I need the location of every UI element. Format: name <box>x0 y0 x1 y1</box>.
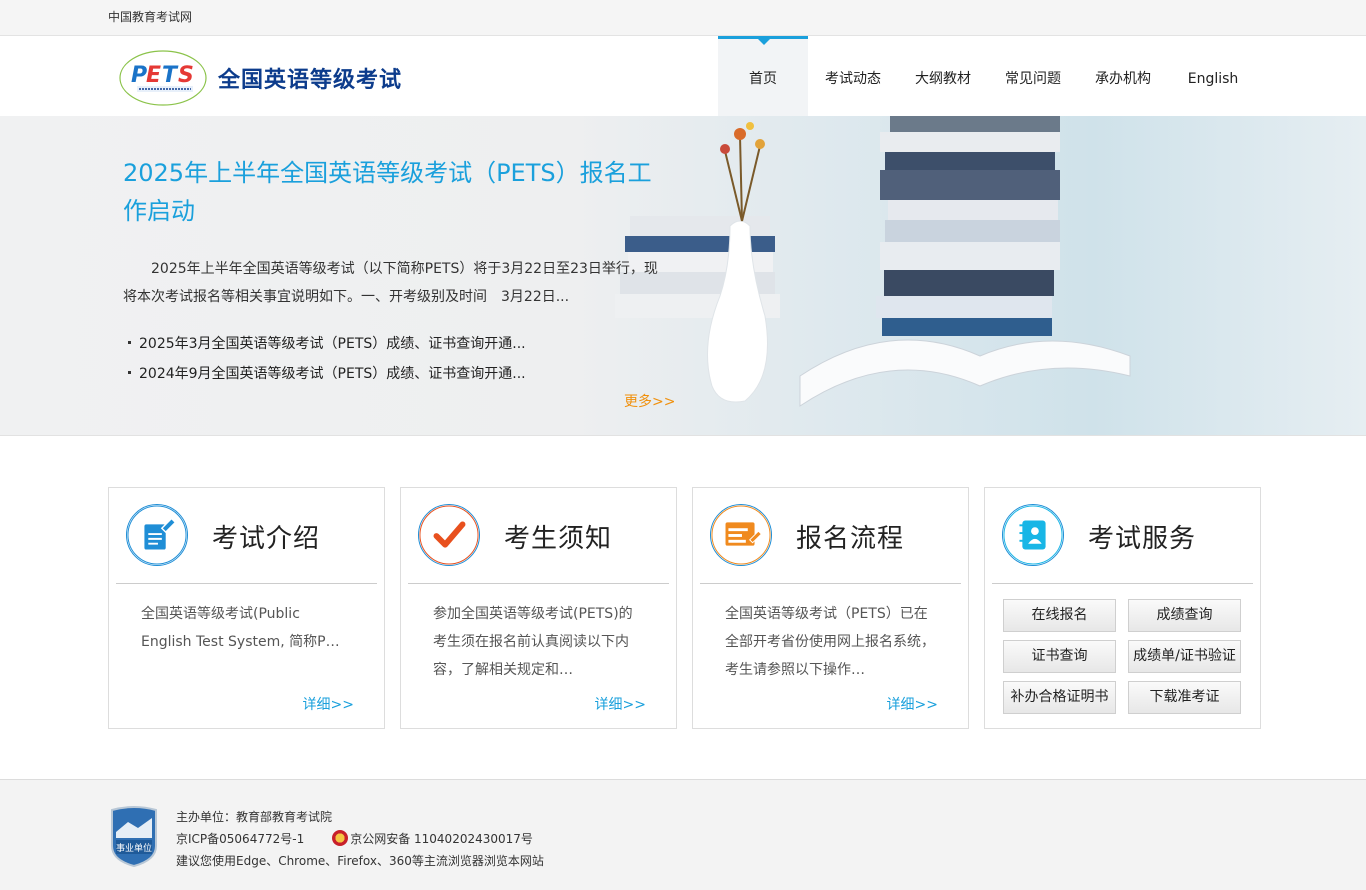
svg-text:E: E <box>146 63 161 88</box>
transcript-verify-button[interactable]: 成绩单/证书验证 <box>1128 640 1241 673</box>
card-candidate-notice: 考生须知 参加全国英语等级考试(PETS)的考生须在报名前认真阅读以下内容，了解… <box>400 487 677 729</box>
checkmark-icon <box>418 504 480 566</box>
site-link[interactable]: 中国教育考试网 <box>108 10 192 24</box>
footer-host: 主办单位：教育部教育考试院 <box>176 810 333 824</box>
books-vase-illustration <box>615 116 1131 407</box>
nav-faq[interactable]: 常见问题 <box>988 36 1078 116</box>
card-exam-intro: 考试介绍 全国英语等级考试(Public English Test System… <box>108 487 385 729</box>
card-more-link[interactable]: 详细>> <box>595 694 646 714</box>
icp-link[interactable]: 京ICP备05064772号-1 <box>176 832 304 846</box>
headline-news-summary: 2025年上半年全国英语等级考试（以下简称PETS）将于3月22日至23日举行，… <box>123 261 658 305</box>
police-emblem-icon <box>332 830 349 846</box>
main-nav: 首页 考试动态 大纲教材 常见问题 承办机构 English <box>718 36 1258 116</box>
pets-logo[interactable]: P E T S <box>119 50 207 106</box>
top-bar: 中国教育考试网 <box>0 0 1366 36</box>
nav-english[interactable]: English <box>1168 36 1258 116</box>
nav-home[interactable]: 首页 <box>718 36 808 116</box>
nav-organizers[interactable]: 承办机构 <box>1078 36 1168 116</box>
card-registration-process: 报名流程 全国英语等级考试（PETS）已在全部开考省份使用网上报名系统，考生请参… <box>692 487 969 729</box>
web-form-icon <box>710 504 772 566</box>
more-news-link[interactable]: 更多>> <box>624 391 675 411</box>
nav-exam-news[interactable]: 考试动态 <box>808 36 898 116</box>
card-title: 考试介绍 <box>212 524 321 554</box>
feature-cards: 考试介绍 全国英语等级考试(Public English Test System… <box>108 487 1261 729</box>
police-record-link[interactable]: 京公网安备 11040202430017号 <box>350 832 533 846</box>
score-query-button[interactable]: 成绩查询 <box>1128 599 1241 632</box>
headline-news-title[interactable]: 2025年上半年全国英语等级考试（PETS）报名工作启动 <box>123 154 663 230</box>
online-registration-button[interactable]: 在线报名 <box>1003 599 1116 632</box>
card-text: 全国英语等级考试（PETS）已在全部开考省份使用网上报名系统，考生请参照以下操作… <box>725 606 935 678</box>
address-book-icon <box>1002 504 1064 566</box>
card-title: 考试服务 <box>1088 524 1197 554</box>
nav-syllabus[interactable]: 大纲教材 <box>898 36 988 116</box>
card-more-link[interactable]: 详细>> <box>303 694 354 714</box>
badge-text: 事业单位 <box>116 842 152 854</box>
news-list: 2025年3月全国英语等级考试（PETS）成绩、证书查询开通... 2024年9… <box>123 329 663 389</box>
service-buttons: 在线报名 成绩查询 证书查询 成绩单/证书验证 补办合格证明书 下载准考证 <box>1003 599 1241 714</box>
card-text: 参加全国英语等级考试(PETS)的考生须在报名前认真阅读以下内容，了解相关规定和… <box>433 606 633 678</box>
svg-text:T: T <box>162 63 179 88</box>
card-text: 全国英语等级考试(Public English Test System, 简称P… <box>141 606 340 650</box>
card-title: 考生须知 <box>504 524 613 554</box>
reissue-certificate-button[interactable]: 补办合格证明书 <box>1003 681 1116 714</box>
certificate-query-button[interactable]: 证书查询 <box>1003 640 1116 673</box>
card-exam-services: 考试服务 在线报名 成绩查询 证书查询 成绩单/证书验证 补办合格证明书 下载准… <box>984 487 1261 729</box>
public-institution-badge[interactable]: 事业单位 <box>108 806 160 868</box>
site-title: 全国英语等级考试 <box>218 68 403 93</box>
svg-text:S: S <box>178 63 194 88</box>
svg-text:P: P <box>131 63 147 88</box>
news-item[interactable]: 2024年9月全国英语等级考试（PETS）成绩、证书查询开通... <box>123 359 663 389</box>
footer: 事业单位 主办单位：教育部教育考试院 京ICP备05064772号-1 京公网安备… <box>0 779 1366 890</box>
header: P E T S 全国英语等级考试 首页 考试动态 大纲教材 常见问题 承办机构 … <box>0 36 1366 116</box>
card-more-link[interactable]: 详细>> <box>887 694 938 714</box>
news-item[interactable]: 2025年3月全国英语等级考试（PETS）成绩、证书查询开通... <box>123 329 663 359</box>
browser-note: 建议您使用Edge、Chrome、Firefox、360等主流浏览器浏览本网站 <box>176 854 544 868</box>
download-admission-ticket-button[interactable]: 下载准考证 <box>1128 681 1241 714</box>
card-title: 报名流程 <box>796 524 905 554</box>
document-edit-icon <box>126 504 188 566</box>
banner: 2025年上半年全国英语等级考试（PETS）报名工作启动 2025年上半年全国英… <box>0 116 1366 436</box>
